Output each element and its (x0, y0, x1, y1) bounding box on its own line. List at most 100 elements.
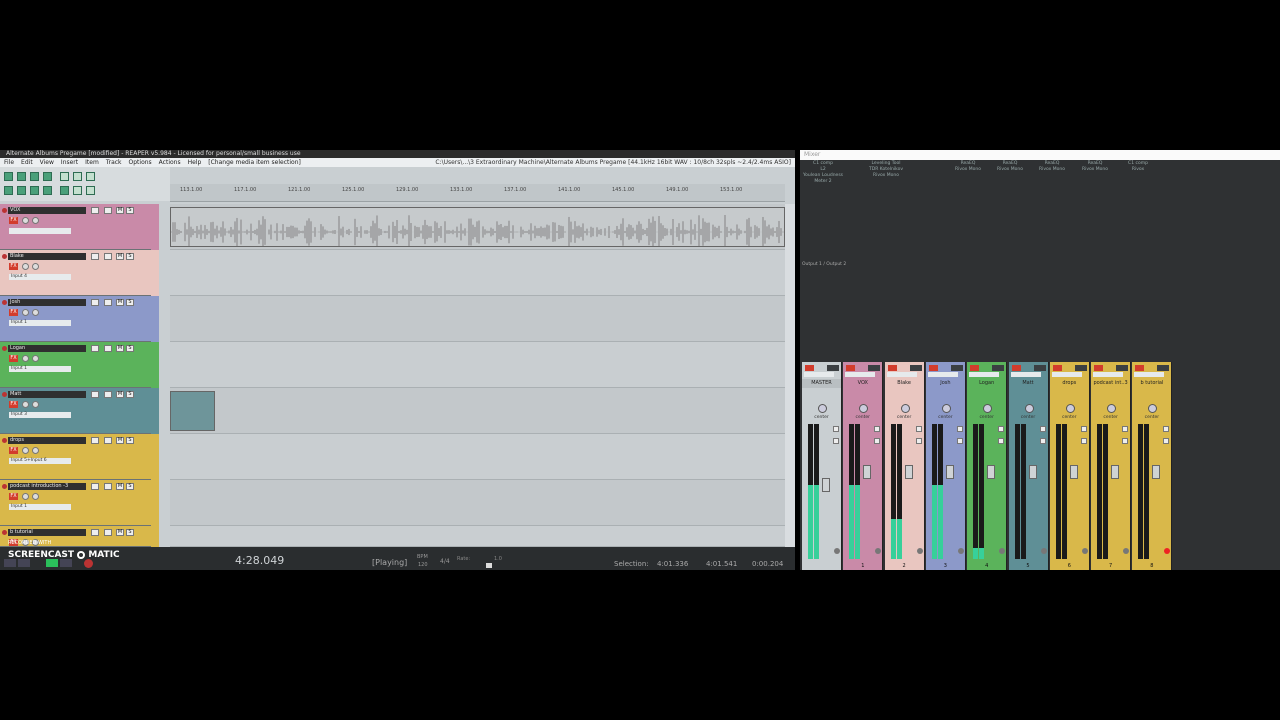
volume-knob-icon[interactable] (22, 355, 29, 362)
pan-knob-icon[interactable] (32, 263, 39, 270)
record-arm-icon[interactable] (2, 300, 7, 305)
vertical-scrollbar[interactable] (785, 204, 795, 547)
track-lane[interactable]: 01-mm_xxxMachine_track-210722_1925.wav (170, 388, 785, 434)
record-arm-icon[interactable] (1040, 548, 1047, 554)
strip-name[interactable]: VOX (843, 379, 883, 388)
pan-knob-icon[interactable] (32, 355, 39, 362)
track-fx-button[interactable]: FX (9, 401, 18, 408)
fx-slot[interactable]: Rivox Mono (1032, 167, 1072, 173)
pan-knob-icon[interactable] (32, 447, 39, 454)
fx-chain[interactable]: ReaEQ Rivox Mono (1075, 161, 1115, 173)
track-phase-button[interactable] (91, 483, 99, 490)
track-lane[interactable]: 02-Blake-210722_1925.wav (170, 250, 785, 339)
track-name[interactable]: Josh (8, 299, 86, 306)
track-fx-button[interactable]: FX (9, 447, 18, 454)
solo-button[interactable] (1039, 438, 1046, 444)
pan-knob-icon[interactable] (32, 217, 39, 224)
new-project-icon[interactable] (4, 172, 13, 181)
strip-name[interactable]: Matt (1008, 379, 1048, 388)
fx-chain[interactable]: ReaEQ Rivox Mono (948, 161, 988, 173)
track-solo-button[interactable]: S (126, 391, 134, 398)
record-arm-icon[interactable] (916, 548, 923, 554)
track-phase-button[interactable] (91, 437, 99, 444)
track-fx-button[interactable]: FX (9, 309, 18, 316)
open-project-icon[interactable] (17, 172, 26, 181)
track-fx-button[interactable]: FX (9, 263, 18, 270)
mute-button[interactable] (1163, 426, 1170, 432)
fx-chain[interactable]: ReaEQ Rivox Mono (990, 161, 1030, 173)
mixer-strip[interactable]: MASTER center (802, 362, 842, 570)
track-input-select[interactable]: Input 1 (9, 366, 71, 372)
pause-button[interactable] (60, 559, 72, 567)
record-arm-icon[interactable] (2, 530, 7, 535)
mixer-strip[interactable]: drops center 6 (1049, 362, 1090, 570)
mute-button[interactable] (915, 426, 922, 432)
fx-slot[interactable]: Rivox Mono (990, 167, 1030, 173)
menu-options[interactable]: Options (129, 158, 152, 167)
undo-icon[interactable] (60, 172, 69, 181)
volume-fader[interactable] (1028, 464, 1037, 479)
strip-input-select[interactable] (1051, 372, 1082, 377)
mixer-strip[interactable]: Josh center 3 (925, 362, 966, 570)
record-arm-icon[interactable] (1123, 548, 1130, 554)
track-fx-button[interactable]: FX (9, 355, 18, 362)
ripple-icon[interactable] (30, 186, 39, 195)
track-header-logan[interactable]: Logan M S FX Input 1 (0, 342, 152, 388)
pan-knob-icon[interactable] (1107, 404, 1117, 413)
strip-fx-button[interactable] (928, 365, 938, 371)
master-routing[interactable]: Output 1 / Output 2 (802, 262, 846, 267)
track-mute-button[interactable]: M (116, 253, 124, 260)
track-header-josh[interactable]: Josh M S FX Input 1 (0, 296, 152, 342)
track-mute-button[interactable]: M (116, 299, 124, 306)
volume-knob-icon[interactable] (22, 401, 29, 408)
volume-fader[interactable] (904, 464, 913, 479)
track-record-mode-button[interactable] (104, 299, 112, 306)
menu-file[interactable]: File (4, 158, 14, 167)
fx-slot[interactable]: Youlean Loudness Meter 2 (803, 173, 843, 185)
track-header-blake[interactable]: Blake M S FX Input 4 (0, 250, 152, 296)
fx-slot[interactable]: Rivox Mono (1075, 167, 1115, 173)
selection-start[interactable]: 4:01.336 (657, 560, 688, 568)
volume-knob-icon[interactable] (22, 309, 29, 316)
strip-name[interactable]: Josh (925, 379, 965, 388)
pan-knob-icon[interactable] (1024, 404, 1034, 413)
track-phase-button[interactable] (91, 529, 99, 536)
play-button[interactable] (46, 559, 58, 567)
record-arm-icon[interactable] (957, 548, 964, 554)
mixer-strip[interactable]: Logan center 4 (967, 362, 1008, 570)
track-record-mode-button[interactable] (104, 391, 112, 398)
track-lane[interactable] (170, 204, 785, 250)
track-header-vox[interactable]: VOX M S FX (0, 204, 152, 250)
track-header-matt[interactable]: Matt M S FX Input 3 (0, 388, 152, 434)
media-item[interactable] (170, 207, 785, 247)
track-record-mode-button[interactable] (104, 437, 112, 444)
mute-button[interactable] (1039, 426, 1046, 432)
go-to-end-icon[interactable] (18, 559, 30, 567)
save-project-icon[interactable] (30, 172, 39, 181)
metronome-icon[interactable] (86, 172, 95, 181)
strip-routing-button[interactable] (992, 365, 1005, 371)
strip-input-select[interactable] (804, 372, 834, 377)
track-mute-button[interactable]: M (116, 391, 124, 398)
go-to-start-icon[interactable] (4, 559, 16, 567)
strip-fx-button[interactable] (1094, 365, 1104, 371)
redo-icon[interactable] (73, 172, 82, 181)
solo-button[interactable] (915, 438, 922, 444)
timeline-ruler[interactable]: 113.1.00 117.1.00 121.1.00 125.1.00 129.… (170, 184, 785, 202)
track-solo-button[interactable]: S (126, 529, 134, 536)
record-arm-icon[interactable] (2, 208, 7, 213)
snap-icon[interactable] (17, 186, 26, 195)
menu-actions[interactable]: Actions (159, 158, 181, 167)
solo-button[interactable] (1163, 438, 1170, 444)
rate-slider[interactable] (486, 563, 492, 568)
volume-fader[interactable] (822, 478, 830, 492)
fx-chain[interactable]: C1 comp L2 Youlean Loudness Meter 2 (803, 161, 843, 185)
strip-routing-button[interactable] (950, 365, 963, 371)
pan-knob-icon[interactable] (32, 493, 39, 500)
pan-knob-icon[interactable] (900, 404, 910, 413)
mute-button[interactable] (1122, 426, 1129, 432)
record-arm-icon[interactable] (1081, 548, 1088, 554)
bpm-value[interactable]: 120 (418, 562, 428, 568)
track-solo-button[interactable]: S (126, 437, 134, 444)
strip-routing-button[interactable] (909, 365, 922, 371)
